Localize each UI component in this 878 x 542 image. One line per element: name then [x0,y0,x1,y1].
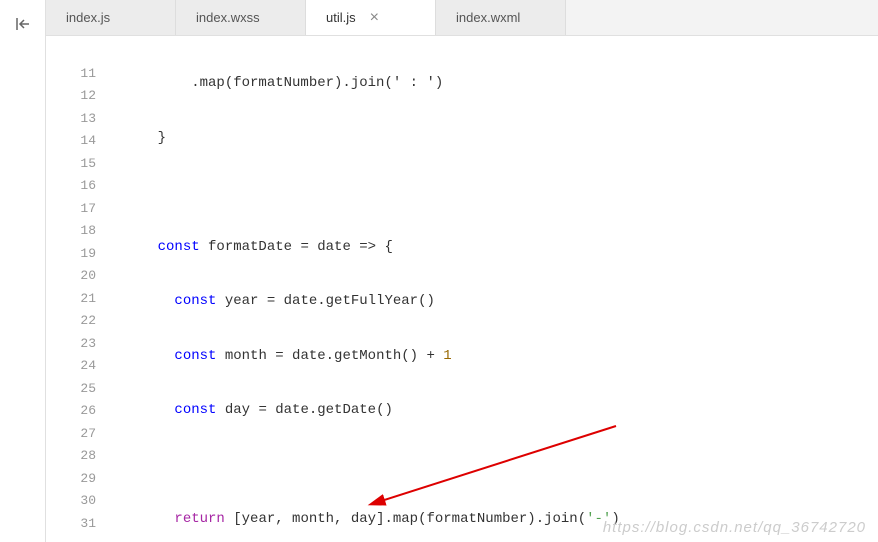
code-content[interactable]: .map(formatNumber).join(' : ') } const f… [116,36,878,542]
tab-index-js[interactable]: index.js [46,0,176,35]
tab-index-wxml[interactable]: index.wxml [436,0,566,35]
tab-index-wxss[interactable]: index.wxss [176,0,306,35]
tab-util-js[interactable]: util.js × [306,0,436,35]
close-icon[interactable]: × [370,10,379,26]
watermark: https://blog.csdn.net/qq_36742720 [603,519,866,536]
tab-label: index.wxss [196,10,260,25]
tab-label: index.wxml [456,10,520,25]
tab-label: index.js [66,10,110,25]
tab-bar: index.js index.wxss util.js × index.wxml [46,0,878,36]
line-gutter: 11 12 13 14 15 16 17 18 19 20 21 22 23 2… [46,36,116,542]
code-editor[interactable]: 11 12 13 14 15 16 17 18 19 20 21 22 23 2… [46,36,878,542]
tab-label: util.js [326,10,356,25]
collapse-icon[interactable] [7,8,39,40]
activity-bar [0,0,46,542]
